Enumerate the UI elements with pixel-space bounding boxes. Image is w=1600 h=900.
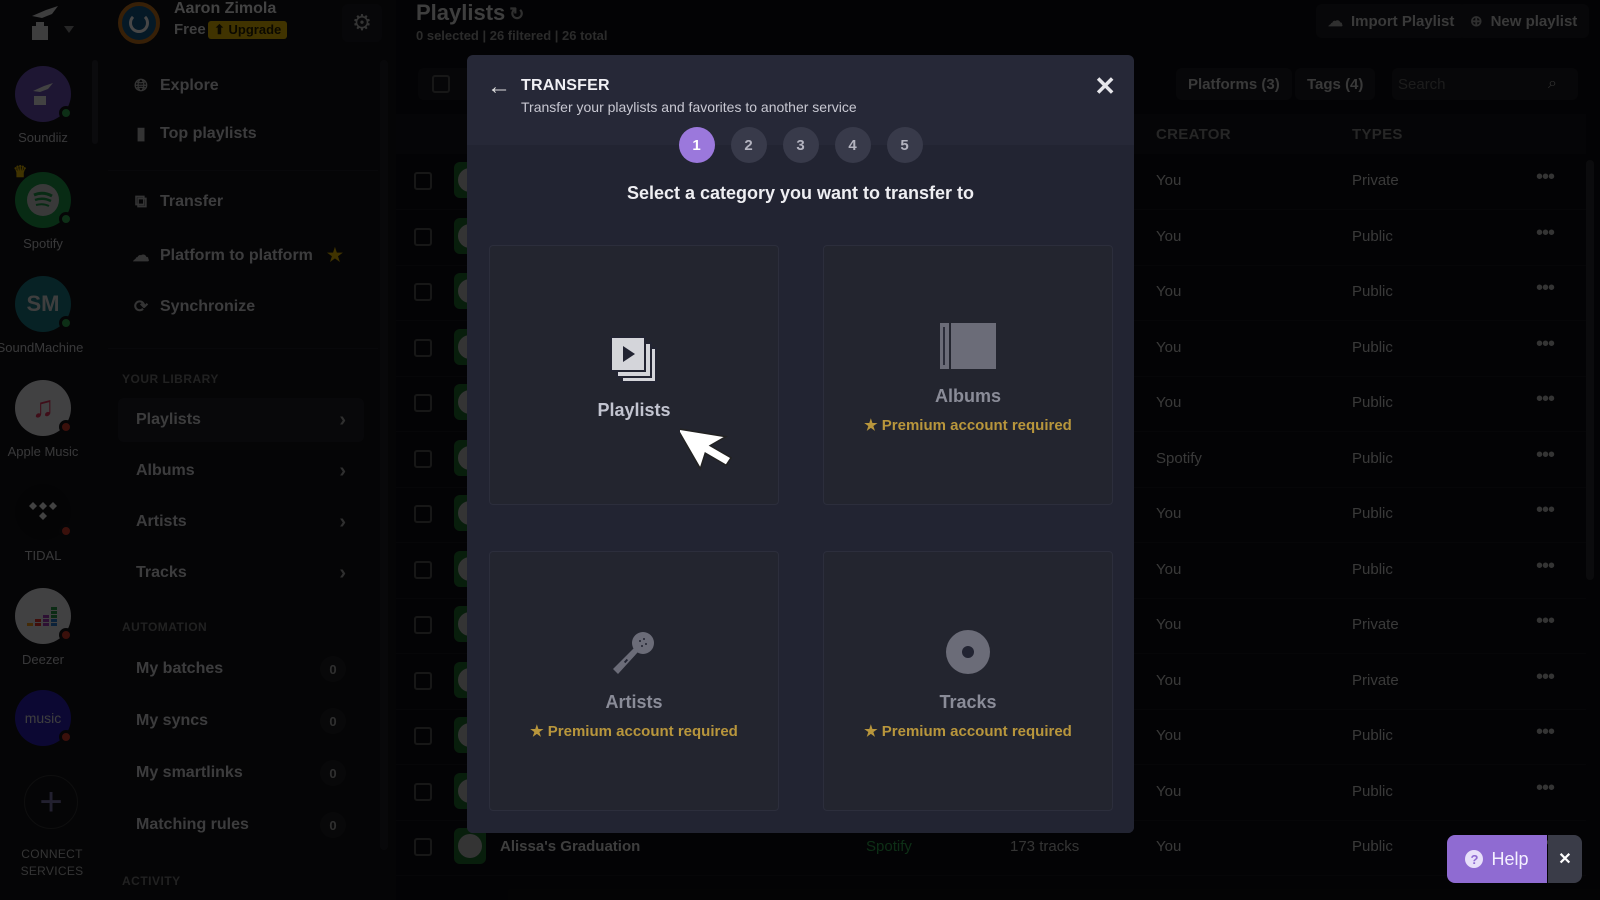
premium-note: ★ Premium account required xyxy=(824,416,1112,434)
category-card-artists[interactable]: Artists ★ Premium account required xyxy=(489,551,779,811)
step-3: 3 xyxy=(782,127,819,163)
stepper: 1 2 3 4 5 xyxy=(467,127,1134,163)
category-label: Albums xyxy=(934,386,1001,406)
close-icon: ✕ xyxy=(1558,851,1572,868)
step-2: 2 xyxy=(730,127,767,163)
star-icon: ★ xyxy=(864,417,878,434)
transfer-modal: ← TRANSFER Transfer your playlists and f… xyxy=(467,55,1134,833)
microphone-icon xyxy=(490,622,778,682)
premium-note: ★ Premium account required xyxy=(824,722,1112,740)
question-icon: ? xyxy=(1465,850,1484,868)
premium-note: ★ Premium account required xyxy=(490,722,778,740)
premium-note-text: Premium account required xyxy=(881,417,1072,434)
category-label: Tracks xyxy=(939,692,997,712)
category-card-tracks[interactable]: Tracks ★ Premium account required xyxy=(823,551,1113,811)
premium-note-text: Premium account required xyxy=(881,723,1072,740)
mouse-cursor-icon xyxy=(675,418,740,485)
step-1: 1 xyxy=(678,127,715,163)
modal-title: TRANSFER xyxy=(521,77,610,94)
help-close-button[interactable]: ✕ xyxy=(1548,835,1582,883)
app-root: Soundiiz ♛ Spotify SM SoundMachine ♫ App… xyxy=(0,0,1600,900)
modal-subtitle: Transfer your playlists and favorites to… xyxy=(521,99,857,115)
category-card-albums[interactable]: Albums ★ Premium account required xyxy=(823,245,1113,505)
premium-note-text: Premium account required xyxy=(547,723,738,740)
disc-icon xyxy=(824,622,1112,682)
help-button[interactable]: ? Help xyxy=(1447,835,1547,883)
step-5: 5 xyxy=(886,127,923,163)
back-arrow-icon[interactable]: ← xyxy=(487,73,511,101)
playlists-icon xyxy=(490,330,778,390)
star-icon: ★ xyxy=(530,723,544,740)
step-4: 4 xyxy=(834,127,871,163)
modal-prompt: Select a category you want to transfer t… xyxy=(626,183,975,203)
star-icon: ★ xyxy=(864,723,878,740)
category-label: Artists xyxy=(605,692,663,712)
help-label: Help xyxy=(1491,848,1529,869)
album-icon xyxy=(824,316,1112,376)
close-icon[interactable]: ✕ xyxy=(1094,71,1116,102)
